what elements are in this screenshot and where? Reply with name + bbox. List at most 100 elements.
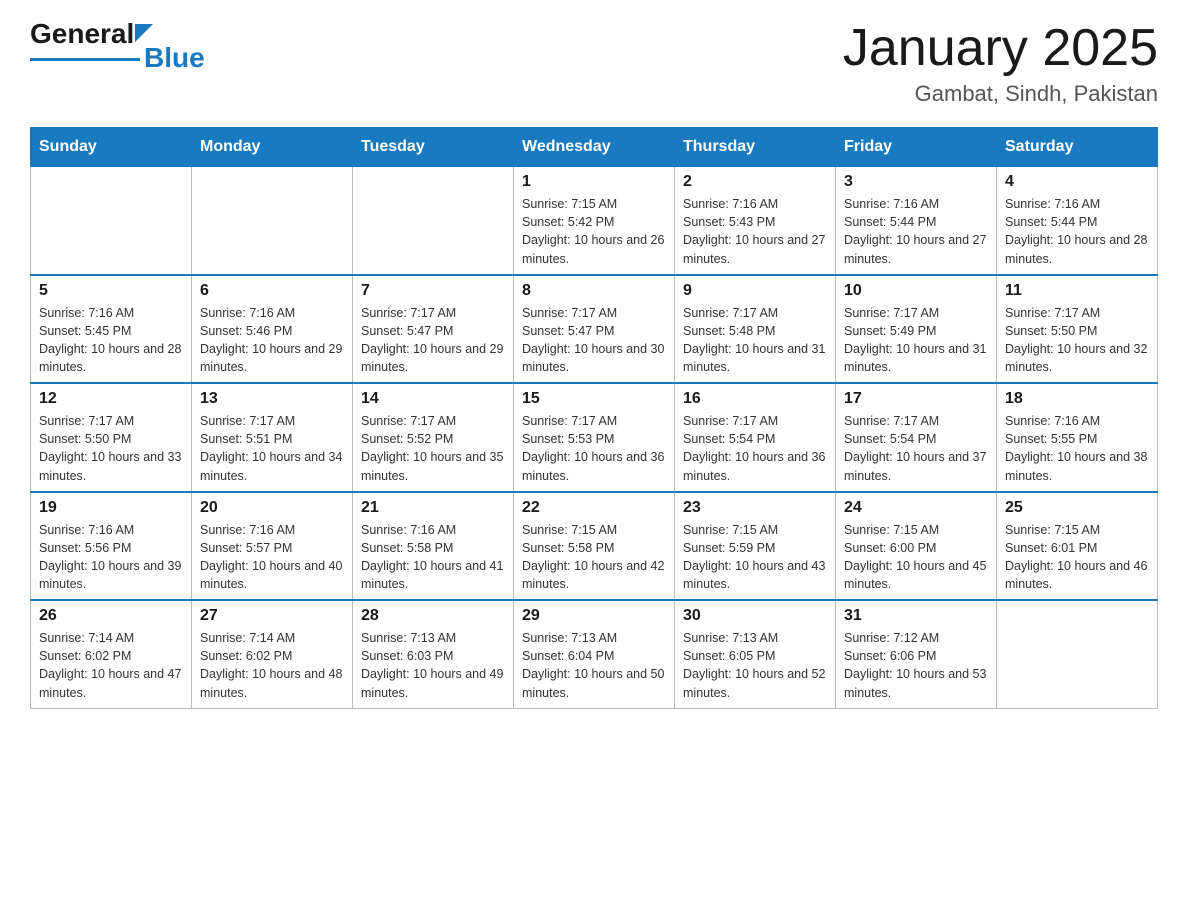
day-number: 18 bbox=[1005, 390, 1149, 408]
logo-line bbox=[30, 58, 140, 61]
day-info: Sunrise: 7:16 AM Sunset: 5:55 PM Dayligh… bbox=[1005, 412, 1149, 485]
calendar-cell: 8 Sunrise: 7:17 AM Sunset: 5:47 PM Daylig… bbox=[514, 275, 675, 384]
calendar-cell: 10Sunrise: 7:17 AM Sunset: 5:49 PM Dayli… bbox=[836, 275, 997, 384]
calendar-cell: 6 Sunrise: 7:16 AM Sunset: 5:46 PM Daylig… bbox=[192, 275, 353, 384]
day-info: Sunrise: 7:17 AM Sunset: 5:51 PM Dayligh… bbox=[200, 412, 344, 485]
day-number: 23 bbox=[683, 499, 827, 517]
day-info: Sunrise: 7:16 AM Sunset: 5:44 PM Dayligh… bbox=[1005, 195, 1149, 268]
day-info: Sunrise: 7:15 AM Sunset: 5:42 PM Dayligh… bbox=[522, 195, 666, 268]
day-info: Sunrise: 7:14 AM Sunset: 6:02 PM Dayligh… bbox=[39, 629, 183, 702]
calendar-cell: 20 Sunrise: 7:16 AM Sunset: 5:57 PM Dayli… bbox=[192, 492, 353, 601]
calendar-cell: 9Sunrise: 7:17 AM Sunset: 5:48 PM Daylig… bbox=[675, 275, 836, 384]
day-info: Sunrise: 7:15 AM Sunset: 6:01 PM Dayligh… bbox=[1005, 521, 1149, 594]
day-info: Sunrise: 7:17 AM Sunset: 5:48 PM Dayligh… bbox=[683, 304, 827, 377]
day-number: 5 bbox=[39, 282, 183, 300]
weekday-header-friday: Friday bbox=[836, 128, 997, 167]
day-info: Sunrise: 7:13 AM Sunset: 6:04 PM Dayligh… bbox=[522, 629, 666, 702]
day-number: 3 bbox=[844, 173, 988, 191]
day-info: Sunrise: 7:15 AM Sunset: 6:00 PM Dayligh… bbox=[844, 521, 988, 594]
calendar-cell: 23 Sunrise: 7:15 AM Sunset: 5:59 PM Dayli… bbox=[675, 492, 836, 601]
calendar-cell: 27 Sunrise: 7:14 AM Sunset: 6:02 PM Dayli… bbox=[192, 600, 353, 708]
day-number: 8 bbox=[522, 282, 666, 300]
day-number: 30 bbox=[683, 607, 827, 625]
calendar-cell: 21 Sunrise: 7:16 AM Sunset: 5:58 PM Dayli… bbox=[353, 492, 514, 601]
day-info: Sunrise: 7:16 AM Sunset: 5:58 PM Dayligh… bbox=[361, 521, 505, 594]
weekday-header-tuesday: Tuesday bbox=[353, 128, 514, 167]
day-info: Sunrise: 7:17 AM Sunset: 5:50 PM Dayligh… bbox=[1005, 304, 1149, 377]
calendar-cell: 17Sunrise: 7:17 AM Sunset: 5:54 PM Dayli… bbox=[836, 383, 997, 492]
day-number: 13 bbox=[200, 390, 344, 408]
day-info: Sunrise: 7:17 AM Sunset: 5:50 PM Dayligh… bbox=[39, 412, 183, 485]
day-number: 27 bbox=[200, 607, 344, 625]
calendar-cell bbox=[192, 167, 353, 275]
day-info: Sunrise: 7:17 AM Sunset: 5:53 PM Dayligh… bbox=[522, 412, 666, 485]
month-title: January 2025 bbox=[843, 20, 1158, 77]
calendar-cell: 30 Sunrise: 7:13 AM Sunset: 6:05 PM Dayli… bbox=[675, 600, 836, 708]
calendar-cell: 14 Sunrise: 7:17 AM Sunset: 5:52 PM Dayli… bbox=[353, 383, 514, 492]
calendar-cell: 13 Sunrise: 7:17 AM Sunset: 5:51 PM Dayli… bbox=[192, 383, 353, 492]
calendar-cell: 12 Sunrise: 7:17 AM Sunset: 5:50 PM Dayli… bbox=[31, 383, 192, 492]
weekday-header-wednesday: Wednesday bbox=[514, 128, 675, 167]
day-number: 16 bbox=[683, 390, 827, 408]
day-number: 6 bbox=[200, 282, 344, 300]
day-info: Sunrise: 7:16 AM Sunset: 5:56 PM Dayligh… bbox=[39, 521, 183, 594]
day-number: 11 bbox=[1005, 282, 1149, 300]
day-number: 24 bbox=[844, 499, 988, 517]
day-number: 31 bbox=[844, 607, 988, 625]
day-number: 26 bbox=[39, 607, 183, 625]
logo-blue-text: Blue bbox=[144, 44, 205, 72]
day-info: Sunrise: 7:17 AM Sunset: 5:49 PM Dayligh… bbox=[844, 304, 988, 377]
day-number: 19 bbox=[39, 499, 183, 517]
weekday-header-sunday: Sunday bbox=[31, 128, 192, 167]
logo-triangle-icon bbox=[135, 24, 153, 42]
day-info: Sunrise: 7:15 AM Sunset: 5:59 PM Dayligh… bbox=[683, 521, 827, 594]
calendar-week-row: 26 Sunrise: 7:14 AM Sunset: 6:02 PM Dayli… bbox=[31, 600, 1158, 708]
day-number: 12 bbox=[39, 390, 183, 408]
day-info: Sunrise: 7:14 AM Sunset: 6:02 PM Dayligh… bbox=[200, 629, 344, 702]
calendar-cell: 1 Sunrise: 7:15 AM Sunset: 5:42 PM Daylig… bbox=[514, 167, 675, 275]
calendar-cell: 15Sunrise: 7:17 AM Sunset: 5:53 PM Dayli… bbox=[514, 383, 675, 492]
calendar-cell: 19 Sunrise: 7:16 AM Sunset: 5:56 PM Dayli… bbox=[31, 492, 192, 601]
day-number: 28 bbox=[361, 607, 505, 625]
day-info: Sunrise: 7:16 AM Sunset: 5:46 PM Dayligh… bbox=[200, 304, 344, 377]
day-number: 14 bbox=[361, 390, 505, 408]
weekday-header-thursday: Thursday bbox=[675, 128, 836, 167]
day-info: Sunrise: 7:13 AM Sunset: 6:05 PM Dayligh… bbox=[683, 629, 827, 702]
day-number: 21 bbox=[361, 499, 505, 517]
calendar-week-row: 1 Sunrise: 7:15 AM Sunset: 5:42 PM Daylig… bbox=[31, 167, 1158, 275]
day-info: Sunrise: 7:17 AM Sunset: 5:54 PM Dayligh… bbox=[844, 412, 988, 485]
page-header: General Blue January 2025 Gambat, Sindh,… bbox=[30, 20, 1158, 107]
day-number: 7 bbox=[361, 282, 505, 300]
calendar-cell: 2Sunrise: 7:16 AM Sunset: 5:43 PM Daylig… bbox=[675, 167, 836, 275]
weekday-header-monday: Monday bbox=[192, 128, 353, 167]
day-number: 25 bbox=[1005, 499, 1149, 517]
weekday-row: SundayMondayTuesdayWednesdayThursdayFrid… bbox=[31, 128, 1158, 167]
calendar-cell: 26 Sunrise: 7:14 AM Sunset: 6:02 PM Dayli… bbox=[31, 600, 192, 708]
calendar-cell: 25 Sunrise: 7:15 AM Sunset: 6:01 PM Dayli… bbox=[997, 492, 1158, 601]
day-info: Sunrise: 7:16 AM Sunset: 5:57 PM Dayligh… bbox=[200, 521, 344, 594]
day-number: 29 bbox=[522, 607, 666, 625]
calendar-cell: 4Sunrise: 7:16 AM Sunset: 5:44 PM Daylig… bbox=[997, 167, 1158, 275]
calendar-table: SundayMondayTuesdayWednesdayThursdayFrid… bbox=[30, 127, 1158, 709]
calendar-cell: 28 Sunrise: 7:13 AM Sunset: 6:03 PM Dayli… bbox=[353, 600, 514, 708]
calendar-cell: 31Sunrise: 7:12 AM Sunset: 6:06 PM Dayli… bbox=[836, 600, 997, 708]
day-number: 22 bbox=[522, 499, 666, 517]
calendar-cell: 5 Sunrise: 7:16 AM Sunset: 5:45 PM Daylig… bbox=[31, 275, 192, 384]
day-info: Sunrise: 7:17 AM Sunset: 5:52 PM Dayligh… bbox=[361, 412, 505, 485]
calendar-cell: 22Sunrise: 7:15 AM Sunset: 5:58 PM Dayli… bbox=[514, 492, 675, 601]
day-info: Sunrise: 7:16 AM Sunset: 5:45 PM Dayligh… bbox=[39, 304, 183, 377]
day-number: 20 bbox=[200, 499, 344, 517]
day-info: Sunrise: 7:17 AM Sunset: 5:47 PM Dayligh… bbox=[361, 304, 505, 377]
calendar-cell bbox=[31, 167, 192, 275]
calendar-cell: 18 Sunrise: 7:16 AM Sunset: 5:55 PM Dayli… bbox=[997, 383, 1158, 492]
day-info: Sunrise: 7:16 AM Sunset: 5:43 PM Dayligh… bbox=[683, 195, 827, 268]
day-info: Sunrise: 7:17 AM Sunset: 5:47 PM Dayligh… bbox=[522, 304, 666, 377]
location-text: Gambat, Sindh, Pakistan bbox=[843, 81, 1158, 107]
calendar-body: 1 Sunrise: 7:15 AM Sunset: 5:42 PM Daylig… bbox=[31, 167, 1158, 709]
calendar-cell bbox=[353, 167, 514, 275]
calendar-cell bbox=[997, 600, 1158, 708]
title-section: January 2025 Gambat, Sindh, Pakistan bbox=[843, 20, 1158, 107]
day-info: Sunrise: 7:13 AM Sunset: 6:03 PM Dayligh… bbox=[361, 629, 505, 702]
day-number: 1 bbox=[522, 173, 666, 191]
calendar-header: SundayMondayTuesdayWednesdayThursdayFrid… bbox=[31, 128, 1158, 167]
